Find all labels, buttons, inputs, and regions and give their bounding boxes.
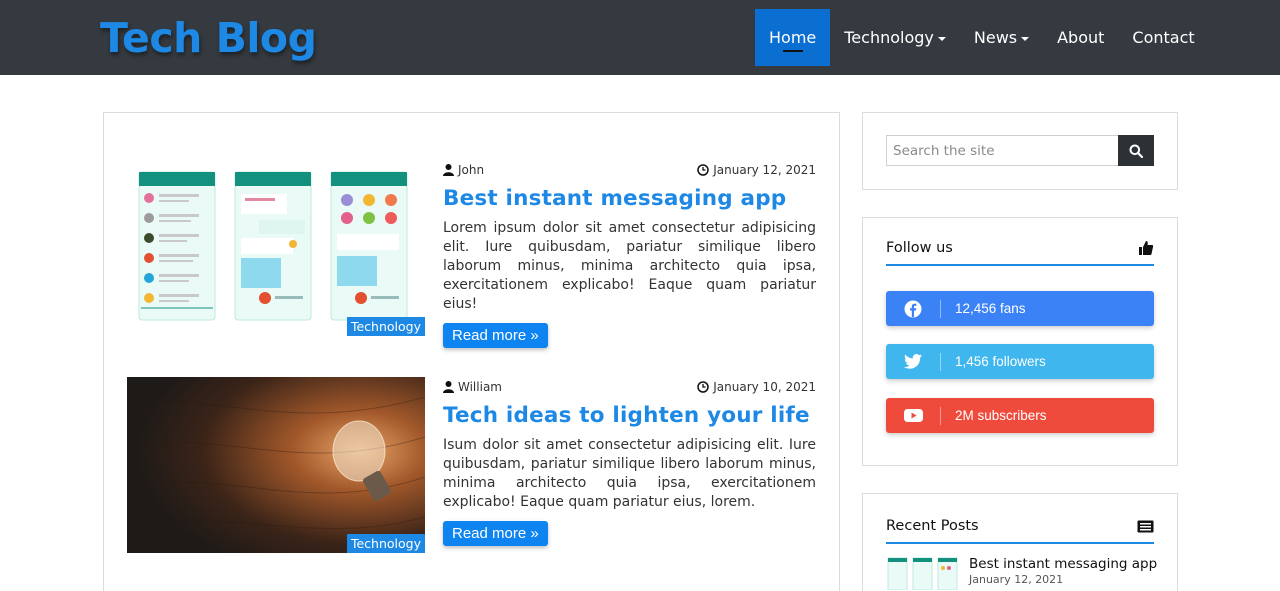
search-input[interactable] bbox=[886, 135, 1118, 166]
search-form bbox=[886, 135, 1154, 166]
category-badge[interactable]: Technology bbox=[346, 534, 425, 553]
nav-technology[interactable]: Technology bbox=[830, 9, 960, 66]
author-name[interactable]: John bbox=[458, 163, 484, 177]
post-meta: William January 10, 2021 bbox=[443, 377, 816, 397]
recent-posts-header: Recent Posts bbox=[886, 518, 1154, 544]
facebook-count: 12,456 fans bbox=[955, 301, 1026, 316]
recent-post-item[interactable]: Best instant messaging app January 12, 2… bbox=[886, 556, 1157, 590]
caret-down-icon bbox=[1021, 36, 1030, 41]
post-body: William January 10, 2021 Tech ideas to l… bbox=[443, 377, 816, 546]
nav-about[interactable]: About bbox=[1043, 9, 1118, 66]
main-nav: Home Technology News About Contact bbox=[755, 9, 1209, 66]
twitter-icon bbox=[886, 352, 941, 371]
youtube-button[interactable]: 2M subscribers bbox=[886, 398, 1154, 433]
read-more-button[interactable]: Read more » bbox=[443, 521, 548, 546]
recent-posts-title: Recent Posts bbox=[886, 518, 979, 534]
messaging-app-illustration bbox=[127, 160, 425, 336]
nav-contact[interactable]: Contact bbox=[1118, 9, 1208, 66]
date-text: January 12, 2021 bbox=[713, 163, 816, 177]
search-widget bbox=[862, 112, 1178, 190]
twitter-count: 1,456 followers bbox=[955, 354, 1046, 369]
post-author: William bbox=[443, 380, 502, 394]
clock-icon bbox=[697, 381, 709, 393]
date-text: January 10, 2021 bbox=[713, 380, 816, 394]
twitter-button[interactable]: 1,456 followers bbox=[886, 344, 1154, 379]
user-icon bbox=[443, 381, 454, 393]
facebook-button[interactable]: 12,456 fans bbox=[886, 291, 1154, 326]
post-title[interactable]: Best instant messaging app bbox=[443, 186, 816, 211]
follow-header: Follow us bbox=[886, 240, 1154, 266]
nav-home[interactable]: Home bbox=[755, 9, 831, 66]
post-date: January 12, 2021 bbox=[697, 163, 816, 177]
author-name[interactable]: William bbox=[458, 380, 502, 394]
post-date: January 10, 2021 bbox=[697, 380, 816, 394]
nav-news[interactable]: News bbox=[960, 9, 1043, 66]
post-title[interactable]: Tech ideas to lighten your life bbox=[443, 403, 816, 428]
recent-post-date: January 12, 2021 bbox=[969, 573, 1064, 586]
nav-home-label: Home bbox=[769, 28, 817, 47]
post-excerpt: Isum dolor sit amet consectetur adipisic… bbox=[443, 437, 816, 510]
recent-posts-widget: Recent Posts Best instant messaging app … bbox=[862, 493, 1178, 591]
light-bulb-photo bbox=[127, 377, 425, 553]
recent-post-thumbnail bbox=[886, 556, 959, 590]
recent-post-title[interactable]: Best instant messaging app bbox=[969, 556, 1157, 572]
user-icon bbox=[443, 164, 454, 176]
post-body: John January 12, 2021 Best instant messa… bbox=[443, 160, 816, 348]
search-button[interactable] bbox=[1118, 135, 1154, 166]
read-more-button[interactable]: Read more » bbox=[443, 323, 548, 348]
newspaper-icon bbox=[1137, 520, 1154, 532]
site-logo[interactable]: Tech Blog bbox=[100, 14, 317, 62]
category-badge[interactable]: Technology bbox=[346, 317, 425, 336]
nav-about-label: About bbox=[1057, 28, 1105, 47]
caret-down-icon bbox=[937, 36, 946, 41]
youtube-count: 2M subscribers bbox=[955, 408, 1047, 423]
nav-contact-label: Contact bbox=[1132, 28, 1195, 47]
facebook-icon bbox=[886, 299, 941, 318]
nav-technology-label: Technology bbox=[844, 28, 934, 47]
post-excerpt: Lorem ipsum dolor sit amet consectetur a… bbox=[443, 220, 816, 312]
follow-widget: Follow us 12,456 fans 1,456 followers 2M… bbox=[862, 217, 1178, 466]
follow-title: Follow us bbox=[886, 240, 953, 256]
nav-news-label: News bbox=[973, 28, 1018, 47]
top-navbar: Tech Blog Home Technology News About Con… bbox=[0, 0, 1280, 75]
clock-icon bbox=[697, 164, 709, 176]
recent-post-info: Best instant messaging app January 12, 2… bbox=[969, 556, 1157, 590]
post-image-light-bulb[interactable]: Technology bbox=[127, 377, 425, 553]
post-author: John bbox=[443, 163, 484, 177]
posts-card: Technology John January 12, 2021 Best in… bbox=[103, 112, 840, 591]
search-icon bbox=[1129, 144, 1143, 158]
post-meta: John January 12, 2021 bbox=[443, 160, 816, 180]
thumbs-up-icon bbox=[1139, 241, 1154, 255]
post-image-messaging-app[interactable]: Technology bbox=[127, 160, 425, 336]
youtube-icon bbox=[886, 406, 941, 425]
